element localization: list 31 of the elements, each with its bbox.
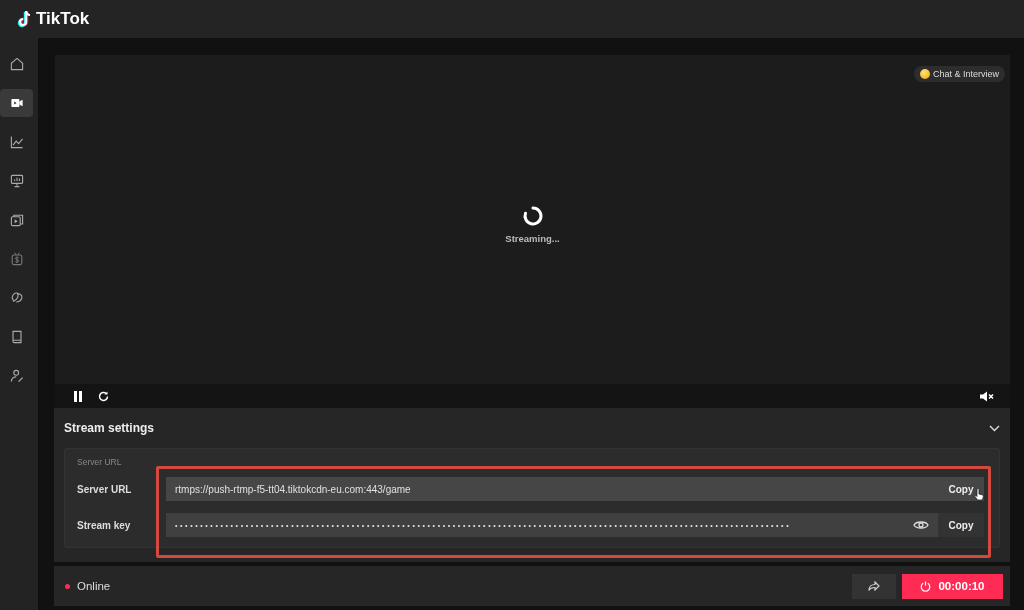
mute-icon[interactable] [980, 390, 994, 402]
pause-icon[interactable] [73, 390, 83, 402]
streaming-status: Streaming... [505, 233, 560, 244]
chat-interview-button[interactable]: Chat & Interview [913, 66, 1005, 82]
line-chart-icon [8, 134, 25, 150]
sidebar-item[interactable] [0, 89, 33, 117]
power-icon [920, 580, 932, 592]
status-text: Online [77, 580, 111, 592]
home-icon [8, 56, 25, 72]
share-button[interactable] [852, 573, 896, 599]
field-label: Server URL [77, 483, 133, 495]
logo-icon [17, 10, 33, 28]
refresh-icon[interactable] [98, 390, 109, 402]
chevron-icon[interactable] [989, 424, 1000, 432]
logo-text: TikTok [36, 9, 90, 29]
section-label: Server URL [77, 457, 123, 467]
status-dot [65, 583, 70, 589]
hand-cursor-icon [974, 488, 984, 501]
share-icon [868, 581, 880, 591]
copy-button[interactable]: Copy [938, 477, 984, 501]
panel-title: Stream settings [64, 421, 155, 435]
loading-spinner-icon [521, 205, 544, 227]
copy-button[interactable]: Copy [938, 513, 984, 537]
monitor-chart-icon [8, 173, 25, 189]
emoji-icon [919, 69, 930, 79]
user-edit-icon [8, 368, 25, 384]
input-field[interactable]: rtmps://push-rtmp-f5-tt04.tiktokcdn-eu.com:443/game [166, 477, 938, 501]
eye-icon[interactable] [913, 519, 929, 531]
end-stream-timer-button[interactable]: 00:00:10 [902, 573, 1003, 599]
field-label: Stream key [77, 519, 132, 531]
video-stack-icon [8, 212, 25, 228]
